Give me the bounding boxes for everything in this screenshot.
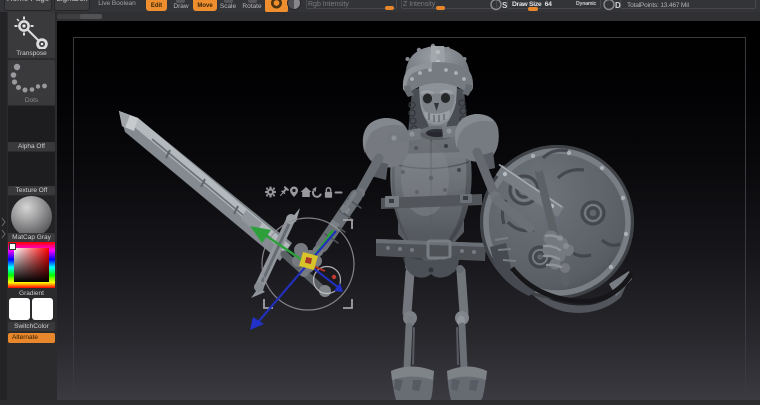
- svg-text:D: D: [615, 1, 621, 10]
